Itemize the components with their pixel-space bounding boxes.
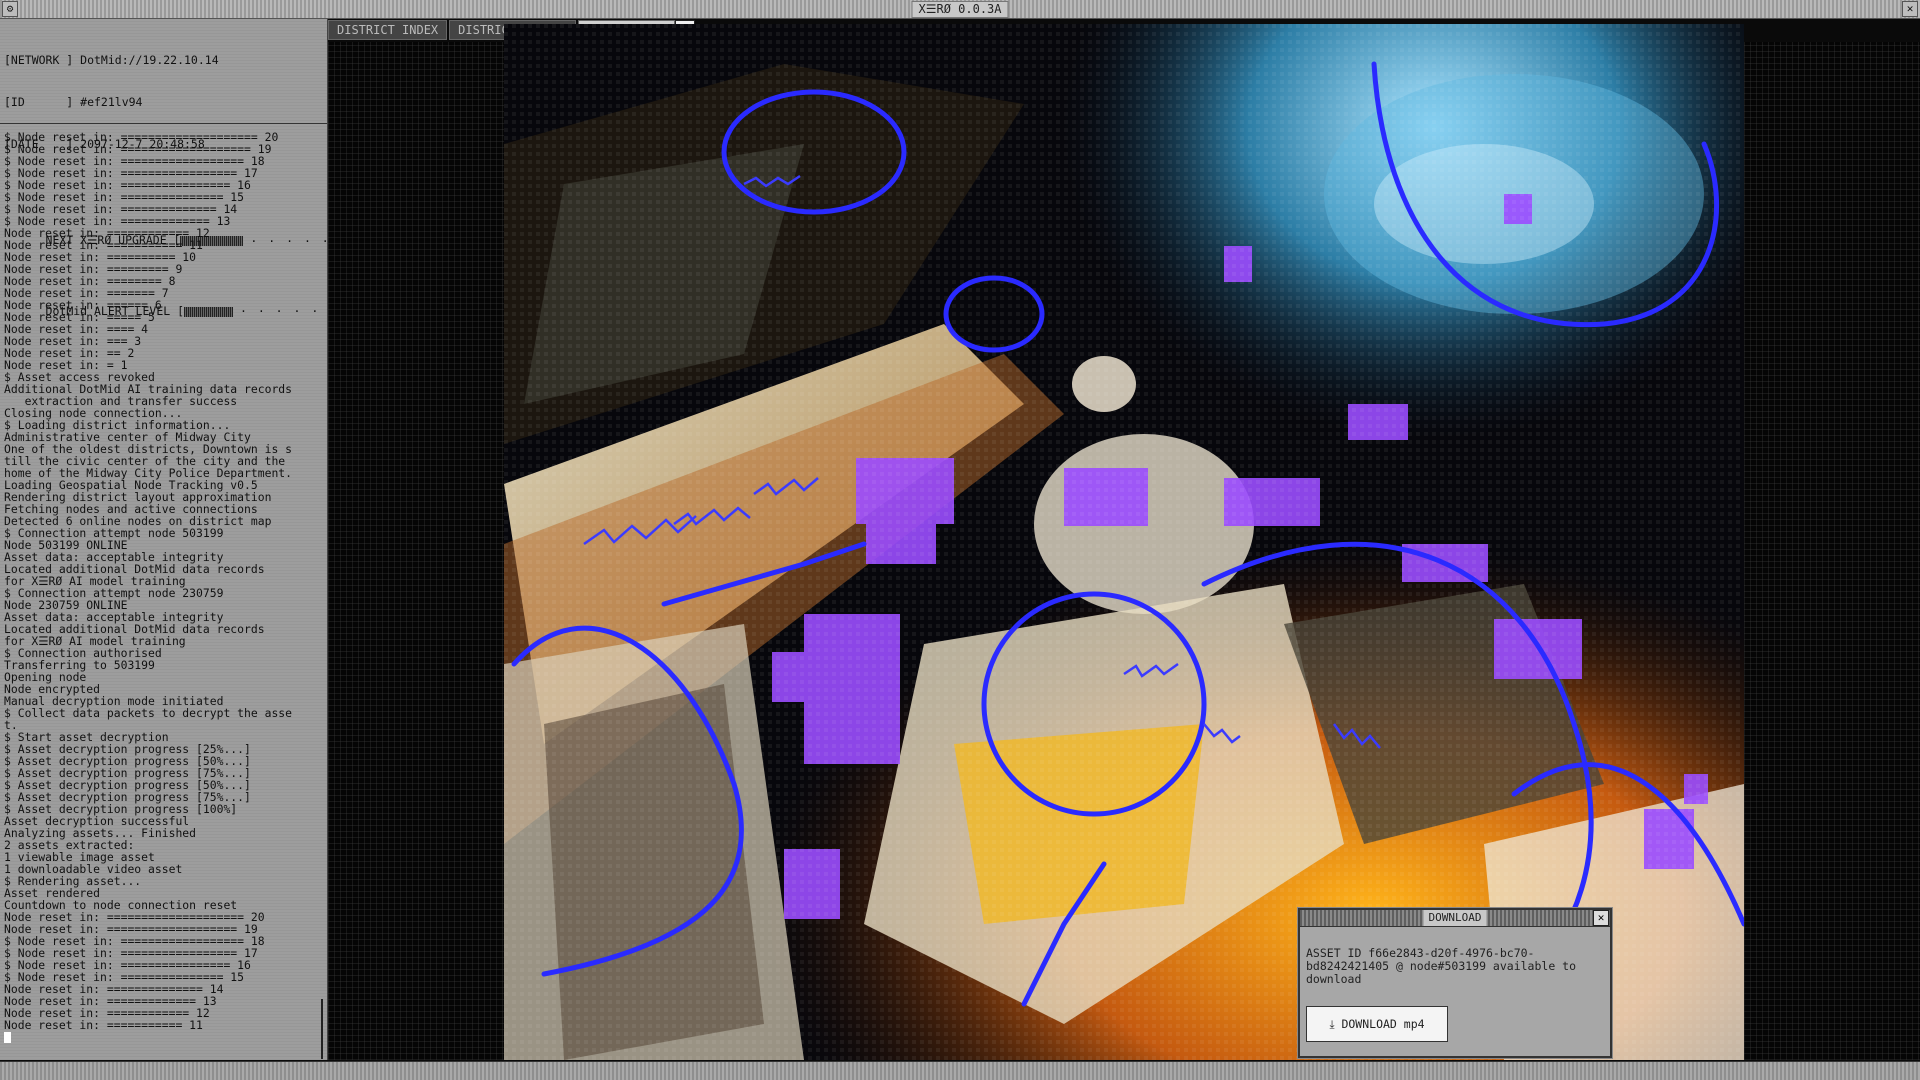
id-line: [ID ] #ef21lv94	[4, 95, 143, 109]
dialog-message: ASSET ID f66e2843-d20f-4976-bc70-bd82424…	[1306, 946, 1577, 986]
window-title: X☰RØ 0.0.3A	[911, 1, 1009, 18]
status-bar	[0, 1061, 1920, 1080]
window-close-icon[interactable]: ✕	[1902, 1, 1918, 17]
download-dialog: DOWNLOAD ✕ ASSET ID f66e2843-d20f-4976-b…	[1298, 908, 1612, 1058]
divider	[0, 123, 327, 124]
tab-district-index[interactable]: DISTRICT INDEX	[328, 20, 448, 40]
download-mp4-button[interactable]: ⤓ DOWNLOAD mp4	[1306, 1006, 1448, 1042]
log-line: $ Collect data packets to decrypt the as…	[4, 706, 293, 720]
window-titlebar: ⚙ X☰RØ 0.0.3A ✕	[0, 0, 1920, 19]
terminal-log[interactable]: $ Node reset in: ==================== 20…	[4, 131, 322, 1061]
terminal-cursor	[4, 1032, 11, 1043]
menu-icon[interactable]: ⚙	[2, 1, 18, 17]
dialog-titlebar: DOWNLOAD ✕	[1300, 910, 1610, 927]
network-line: [NETWORK ] DotMid://19.22.10.14	[4, 53, 219, 67]
dialog-close-icon[interactable]: ✕	[1593, 910, 1609, 926]
asset-viewport: DOWNLOAD ✕ ASSET ID f66e2843-d20f-4976-b…	[328, 24, 1920, 1060]
log-scrollbar[interactable]	[321, 999, 323, 1059]
terminal-panel: [NETWORK ] DotMid://19.22.10.14 [ID ] #e…	[0, 19, 372, 1061]
log-line: Node reset in: =========== 11	[4, 1018, 203, 1032]
decrypted-asset-image	[504, 24, 1744, 1060]
dialog-title: DOWNLOAD	[1423, 910, 1487, 926]
